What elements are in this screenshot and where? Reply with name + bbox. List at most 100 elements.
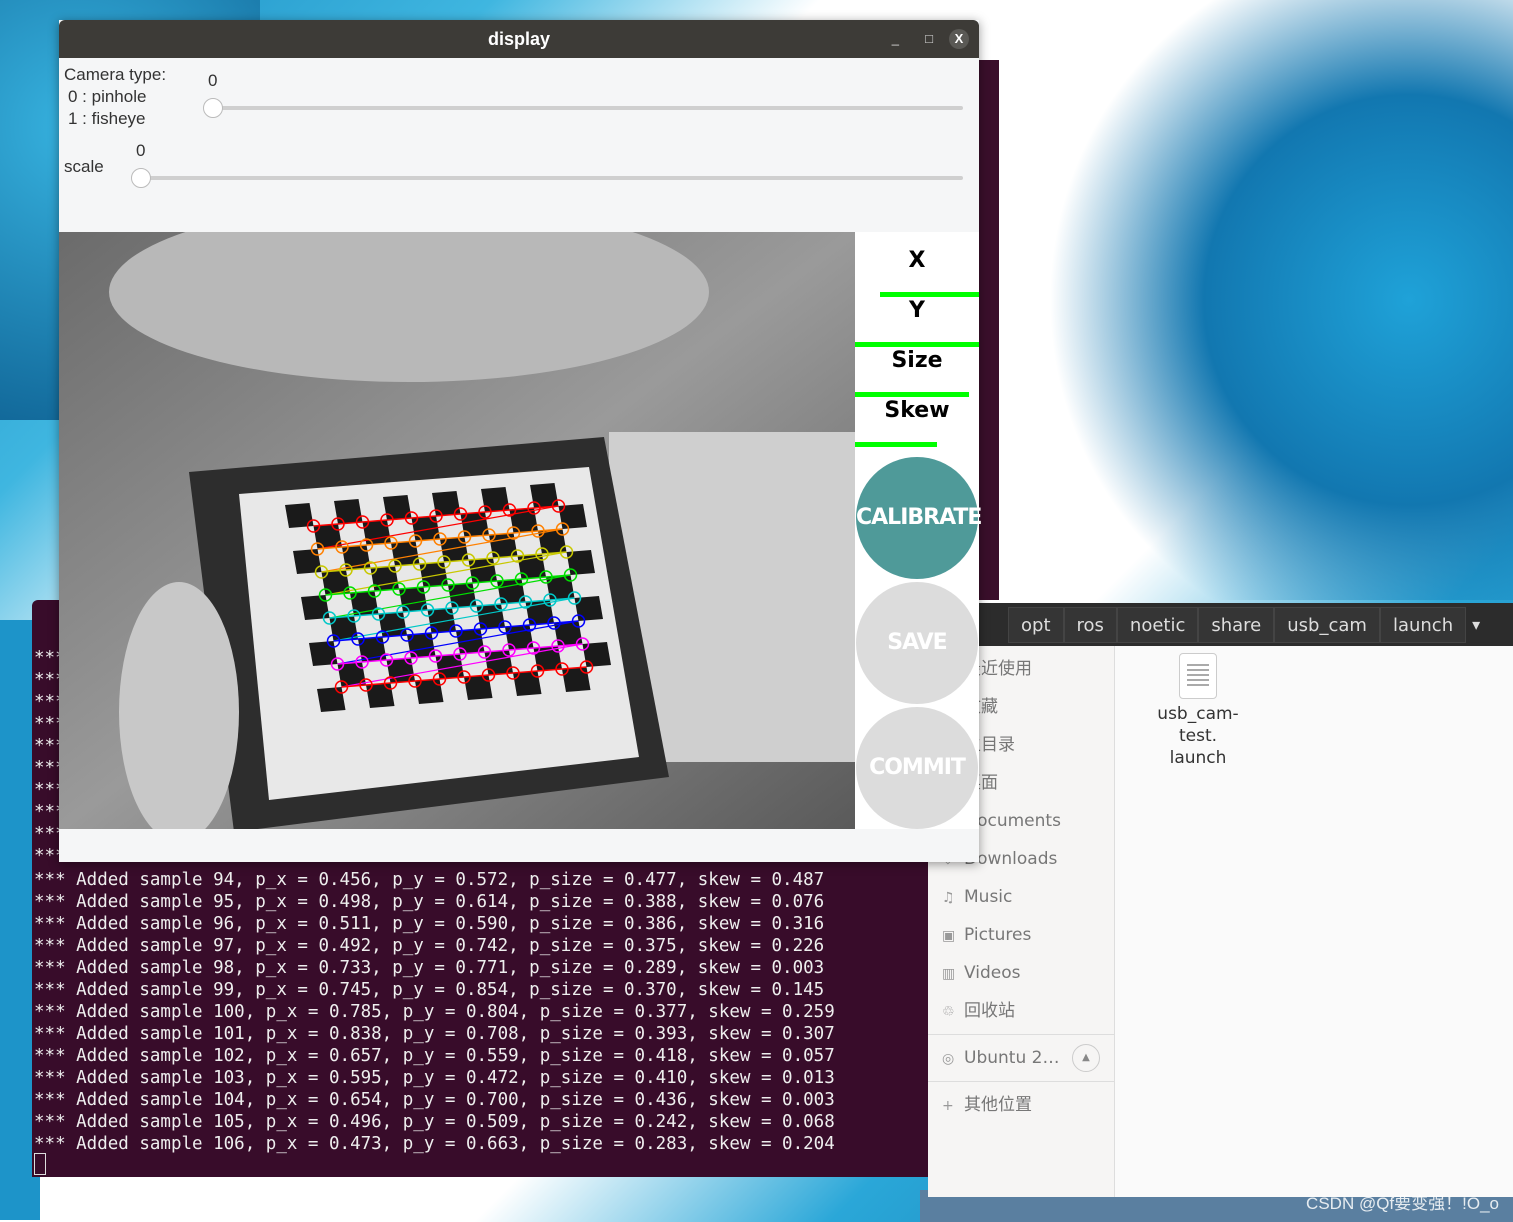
breadcrumb-launch[interactable]: launch [1379, 606, 1467, 643]
text-file-icon [1179, 653, 1217, 699]
checker-square [362, 520, 391, 545]
camera-type-value: 0 [208, 71, 218, 90]
breadcrumb-dropdown-icon[interactable]: ▾ [1472, 615, 1480, 634]
divider [928, 1081, 1115, 1082]
terminal-line: *** Added sample 102, p_x = 0.657, p_y =… [34, 1046, 835, 1066]
save-button[interactable]: SAVE [856, 582, 978, 704]
checker-square [386, 658, 415, 683]
sidebar-item-label: Videos [964, 963, 1021, 983]
checker-square [481, 487, 510, 512]
progress-bar-skew [855, 442, 937, 447]
breadcrumb-share[interactable]: share [1198, 606, 1275, 643]
progress-bar-x [879, 292, 979, 297]
sidebar-item-label: 回收站 [964, 1001, 1015, 1021]
calibrate-button[interactable]: CALIBRATE [856, 457, 982, 579]
sidebar-item-drive[interactable]: ◎ Ubuntu 2… ▲ [942, 1039, 1100, 1077]
camera-type-option-pinhole: 0 : pinhole [68, 87, 147, 106]
path-bar: opt ros noetic share usb_cam launch ▾ [928, 603, 1513, 646]
checker-square [383, 495, 412, 520]
scale-slider[interactable] [137, 176, 963, 180]
checker-square [370, 566, 399, 591]
terminal-line: *** Added sample 101, p_x = 0.838, p_y =… [34, 1024, 835, 1044]
window-title: display [487, 29, 551, 49]
terminal-line: *** Added sample 105, p_x = 0.496, p_y =… [34, 1112, 835, 1132]
progress-label-size: Size [891, 348, 943, 373]
terminal-cursor [34, 1153, 46, 1175]
title-bar[interactable]: display _ □ X [59, 20, 979, 58]
checker-square [378, 612, 407, 637]
progress-label-skew: Skew [884, 398, 950, 423]
sidebar-item-video[interactable]: ▥ Videos [942, 954, 1021, 992]
picture-icon: ▣ [942, 928, 956, 944]
breadcrumb-opt[interactable]: opt [1008, 606, 1064, 643]
breadcrumb-noetic[interactable]: noetic [1116, 606, 1199, 643]
checker-square [399, 587, 428, 612]
other-locations-label: 其他位置 [964, 1095, 1032, 1115]
disc-icon: ◎ [942, 1051, 955, 1067]
checker-square [391, 541, 420, 566]
file-name-line: launch [1169, 748, 1227, 768]
camera-type-slider-handle[interactable] [203, 98, 223, 118]
sidebar-item-trash[interactable]: ♲ 回收站 [942, 992, 1015, 1030]
sidebar-item-label: Pictures [964, 925, 1032, 945]
file-item[interactable]: usb_cam- test. launch [1148, 653, 1248, 769]
camera-feed [59, 232, 855, 829]
terminal-line: *** Added sample 97, p_x = 0.492, p_y = … [34, 936, 825, 956]
eject-button[interactable]: ▲ [1072, 1044, 1100, 1072]
progress-bar-size [855, 392, 970, 397]
checker-square [285, 503, 314, 528]
close-button[interactable]: X [949, 29, 969, 49]
plus-icon: + [942, 1098, 954, 1114]
checker-square [432, 491, 461, 516]
checker-square [497, 579, 526, 604]
terminal-line: *** Added sample 94, p_x = 0.456, p_y = … [34, 870, 825, 890]
terminal-line: *** Added sample 106, p_x = 0.473, p_y =… [34, 1134, 835, 1154]
sidebar-item-label: Music [964, 887, 1013, 907]
minimize-button[interactable]: _ [892, 20, 899, 58]
drive-label: Ubuntu 2… [964, 1048, 1060, 1068]
sidebar-item-music[interactable]: ♫ Music [942, 878, 1012, 916]
terminal-line: *** Added sample 100, p_x = 0.785, p_y =… [34, 1002, 835, 1022]
checker-square [293, 549, 322, 574]
checker-square [366, 683, 395, 708]
checker-square [562, 667, 591, 692]
terminal-line: *** Added sample 99, p_x = 0.745, p_y = … [34, 980, 825, 1000]
commit-button[interactable]: COMMIT [856, 707, 978, 829]
checker-square [317, 687, 346, 712]
camera-image [59, 232, 855, 829]
file-name-line: usb_cam- [1157, 704, 1239, 724]
trash-icon: ♲ [942, 1004, 955, 1020]
background-terminal-window [979, 60, 999, 600]
progress-bar-y [855, 342, 979, 347]
wallpaper [993, 0, 1513, 600]
terminal-line: *** Added sample 104, p_x = 0.654, p_y =… [34, 1090, 835, 1110]
video-icon: ▥ [942, 966, 956, 982]
checker-square [582, 642, 611, 667]
checker-square [484, 650, 513, 675]
breadcrumb-usb_cam[interactable]: usb_cam [1274, 606, 1380, 643]
display-window: display _ □ X Camera type: 0 : pinhole 1… [59, 20, 982, 862]
sidebar-item-picture[interactable]: ▣ Pictures [942, 916, 1031, 954]
checker-square [460, 512, 489, 537]
camera-type-slider[interactable] [209, 106, 963, 110]
camera-type-option-fisheye: 1 : fisheye [68, 109, 146, 128]
breadcrumb-ros[interactable]: ros [1063, 606, 1117, 643]
checker-square [574, 596, 603, 621]
watermark: CSDN @Qf要变强！!O_o [1306, 1194, 1499, 1213]
checker-square [309, 641, 338, 666]
checker-square [301, 595, 330, 620]
checker-square [407, 633, 436, 658]
checker-square [415, 679, 444, 704]
checker-square [566, 550, 595, 575]
checker-square [505, 625, 534, 650]
checker-square [513, 671, 542, 696]
calibration-panel: X Y Size Skew CALIBRATE SAVE COMMIT [855, 232, 982, 829]
sidebar-item-other-locations[interactable]: + 其他位置 [942, 1086, 1032, 1124]
terminal-line: *** Added sample 96, p_x = 0.511, p_y = … [34, 914, 825, 934]
terminal-line: *** Added sample 98, p_x = 0.733, p_y = … [34, 958, 825, 978]
terminal-line: *** Added sample 103, p_x = 0.595, p_y =… [34, 1068, 835, 1088]
scale-slider-handle[interactable] [131, 168, 151, 188]
divider [928, 1034, 1115, 1035]
maximize-button[interactable]: □ [925, 20, 933, 58]
camera-type-label: Camera type: [64, 65, 167, 84]
